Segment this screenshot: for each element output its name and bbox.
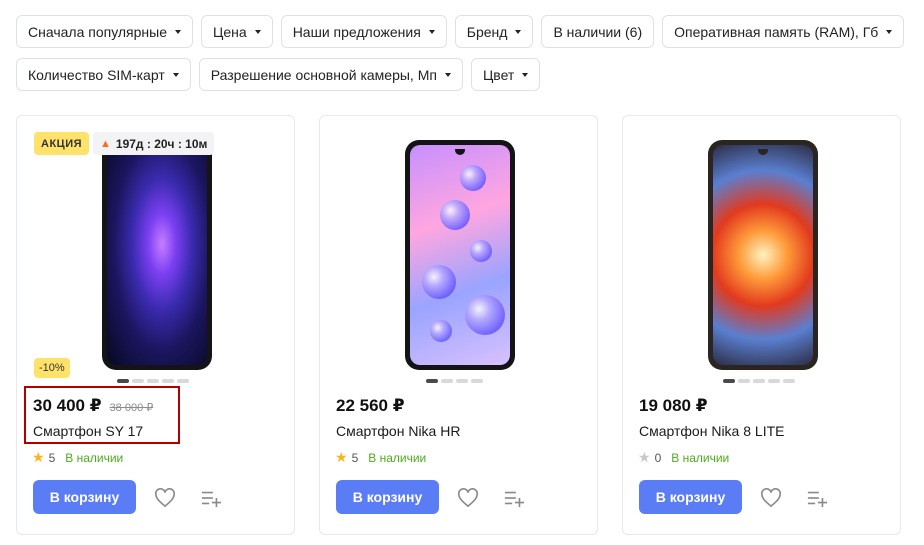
filter-offers[interactable]: Наши предложения [280, 15, 447, 48]
filter-price[interactable]: Цена [201, 15, 273, 48]
star-icon: ★ [638, 449, 651, 465]
filter-label: Цена [213, 23, 247, 40]
image-dot[interactable] [426, 379, 438, 383]
add-to-cart-button[interactable]: В корзину [336, 480, 439, 514]
heart-icon[interactable] [457, 488, 479, 508]
product-card[interactable]: 19 080 ₽ Смартфон Nika 8 LITE ★ 0 В нали… [622, 115, 901, 535]
phone-screen [107, 145, 207, 365]
image-dot[interactable] [471, 379, 483, 383]
image-dot[interactable] [441, 379, 453, 383]
filter-label: В наличии (6) [553, 23, 643, 40]
filter-bar: Сначала популярные Цена Наши предложения… [16, 15, 924, 101]
filter-label: Разрешение основной камеры, Мп [210, 66, 437, 83]
caret-down-icon [254, 29, 261, 34]
price: 30 400 ₽ [33, 396, 102, 415]
price-row: 19 080 ₽ [639, 396, 708, 416]
notch [455, 149, 465, 155]
phone-screen [713, 145, 813, 365]
timer-text: 197д : 20ч : 10м [115, 136, 208, 151]
product-title[interactable]: Смартфон SY 17 [33, 423, 143, 439]
filter-sort[interactable]: Сначала популярные [16, 15, 194, 48]
heart-icon[interactable] [760, 488, 782, 508]
filter-camera[interactable]: Разрешение основной камеры, Мп [198, 58, 463, 91]
caret-down-icon [444, 72, 451, 77]
bubble [422, 265, 456, 299]
caret-down-icon [522, 72, 529, 77]
stock-status: В наличии [671, 450, 730, 465]
bubble [460, 165, 486, 191]
caret-down-icon [175, 29, 182, 34]
product-meta: ★ 0 В наличии [638, 449, 729, 466]
filter-label: Сначала популярные [28, 23, 168, 40]
image-dot[interactable] [768, 379, 780, 383]
image-dot[interactable] [723, 379, 735, 383]
filter-row-1: Сначала популярные Цена Наши предложения… [16, 15, 924, 48]
phone-screen [410, 145, 510, 365]
notch [758, 149, 768, 155]
image-dot[interactable] [177, 379, 189, 383]
product-card[interactable]: АКЦИЯ ▲ 197д : 20ч : 10м -10% 30 400 ₽ 3… [16, 115, 295, 535]
product-meta: ★ 5 В наличии [335, 449, 426, 466]
rating-value: 5 [351, 450, 359, 465]
compare-list-icon[interactable] [200, 488, 222, 508]
compare-list-icon[interactable] [503, 488, 525, 508]
image-dot[interactable] [753, 379, 765, 383]
sale-badge: АКЦИЯ [34, 132, 90, 155]
filter-label: Цвет [482, 66, 515, 83]
caret-down-icon [172, 72, 179, 77]
compare-list-icon[interactable] [806, 488, 828, 508]
heart-icon[interactable] [154, 488, 176, 508]
bubble [440, 200, 470, 230]
filter-brand[interactable]: Бренд [454, 15, 534, 48]
product-image[interactable] [405, 140, 515, 370]
add-to-cart-button[interactable]: В корзину [639, 480, 742, 514]
filter-sim-count[interactable]: Количество SIM-карт [16, 58, 191, 91]
bubble [430, 320, 452, 342]
filter-in-stock[interactable]: В наличии (6) [541, 15, 655, 48]
caret-down-icon [515, 29, 522, 34]
image-dot[interactable] [738, 379, 750, 383]
image-dots[interactable] [723, 379, 795, 383]
image-dot[interactable] [147, 379, 159, 383]
price-row: 30 400 ₽ 38 000 ₽ [33, 396, 153, 416]
discount-badge: -10% [34, 358, 70, 378]
filter-row-2: Количество SIM-карт Разрешение основной … [16, 58, 924, 91]
image-dot[interactable] [117, 379, 129, 383]
filter-label: Оперативная память (RAM), Гб [674, 23, 879, 40]
image-dot[interactable] [456, 379, 468, 383]
price-row: 22 560 ₽ [336, 396, 405, 416]
filter-label: Количество SIM-карт [28, 66, 165, 83]
product-image[interactable] [708, 140, 818, 370]
bubble [470, 240, 492, 262]
stock-status: В наличии [368, 450, 427, 465]
image-dot[interactable] [783, 379, 795, 383]
caret-down-icon [428, 29, 435, 34]
product-card[interactable]: 22 560 ₽ Смартфон Nika HR ★ 5 В наличии … [319, 115, 598, 535]
product-image[interactable] [102, 140, 212, 370]
caret-down-icon [886, 29, 893, 34]
product-meta: ★ 5 В наличии [32, 449, 123, 466]
add-to-cart-button[interactable]: В корзину [33, 480, 136, 514]
star-icon: ★ [32, 449, 45, 465]
rating-value: 0 [654, 450, 662, 465]
stock-status: В наличии [65, 450, 124, 465]
rating-value: 5 [48, 450, 56, 465]
image-dots[interactable] [426, 379, 483, 383]
product-title[interactable]: Смартфон Nika 8 LITE [639, 423, 784, 439]
filter-label: Бренд [466, 23, 508, 40]
filter-label: Наши предложения [292, 23, 421, 40]
filter-ram[interactable]: Оперативная память (RAM), Гб [662, 15, 905, 48]
flame-icon: ▲ [100, 137, 111, 150]
image-dots[interactable] [117, 379, 189, 383]
old-price: 38 000 ₽ [109, 402, 154, 414]
bubble [465, 295, 505, 335]
price: 22 560 ₽ [336, 396, 405, 415]
star-icon: ★ [335, 449, 348, 465]
product-title[interactable]: Смартфон Nika HR [336, 423, 460, 439]
filter-color[interactable]: Цвет [470, 58, 541, 91]
price: 19 080 ₽ [639, 396, 708, 415]
image-dot[interactable] [162, 379, 174, 383]
image-dot[interactable] [132, 379, 144, 383]
timer-badge: ▲ 197д : 20ч : 10м [93, 132, 215, 155]
